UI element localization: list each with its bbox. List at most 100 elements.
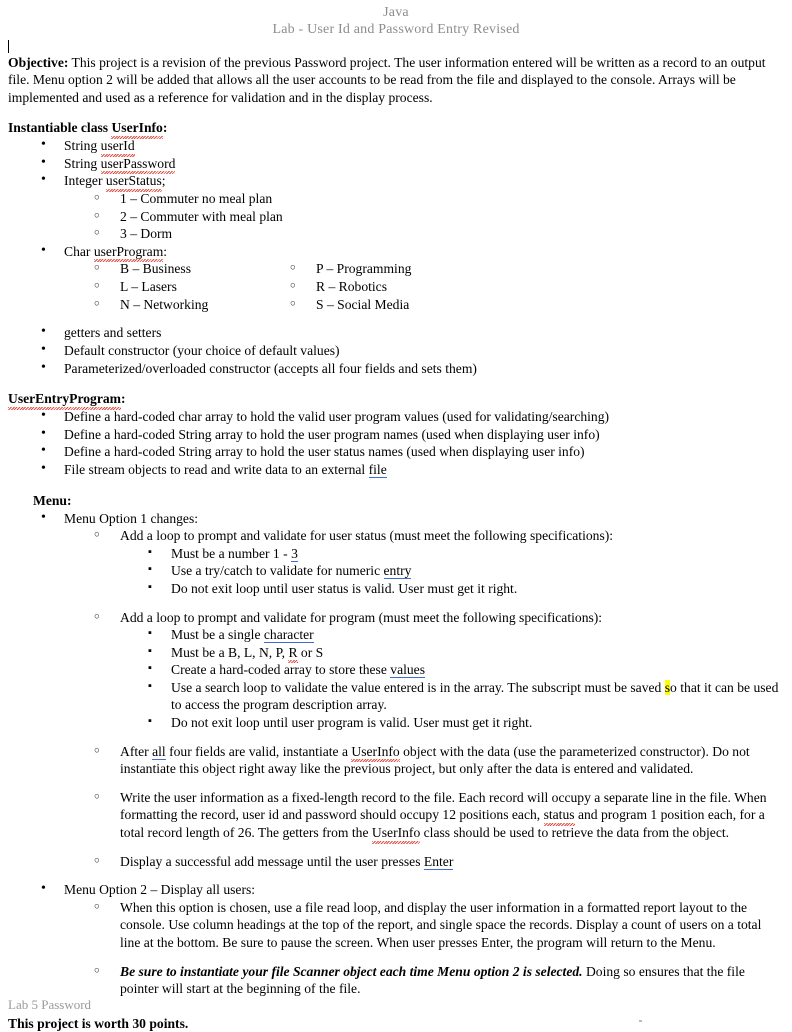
list-item: P – Programming	[204, 260, 411, 278]
field-post: ;	[161, 173, 166, 189]
option2-note-list: Be sure to instantiate your file Scanner…	[8, 963, 780, 998]
list-item: B – Business	[8, 260, 208, 278]
status-loop-specs: Must be a number 1 - 3 Use a try/catch t…	[8, 544, 780, 598]
spec-text: Create a hard-coded array to store these	[171, 662, 391, 678]
document-footer: Lab 5 Password	[8, 997, 92, 1012]
spec-text: Use a try/catch to validate for numeric	[171, 563, 384, 579]
list-item: When this option is chosen, use a file r…	[8, 899, 780, 952]
list-item: Define a hard-coded String array to hold…	[8, 425, 780, 444]
spec-text: Must be a B, L, N, P,	[171, 644, 289, 660]
spec-link: values	[390, 662, 426, 679]
list-item: After all four fields are valid, instant…	[8, 743, 780, 778]
list-item: String userId	[8, 136, 780, 157]
footer-artifact-dot	[639, 1020, 642, 1022]
menu-heading: Menu:	[8, 492, 780, 510]
list-item: R – Robotics	[204, 278, 411, 296]
list-item: Be sure to instantiate your file Scanner…	[8, 963, 780, 998]
userinfo-heading-prefix: Instantiable class	[8, 120, 112, 136]
option2-note-bold: Be sure to instantiate your file Scanner…	[120, 963, 583, 979]
record-sq1: status	[543, 807, 575, 826]
instantiate-class: UserInfo	[351, 743, 401, 762]
success-pre: Display a successful add message until t…	[120, 853, 424, 869]
list-item: Create a hard-coded array to store these…	[8, 660, 780, 679]
list-item: Parameterized/overloaded constructor (ac…	[8, 359, 780, 378]
entryprogram-heading-text: UserEntryProgram	[8, 391, 121, 411]
document-page: Java Lab - User Id and Password Entry Re…	[0, 0, 792, 1031]
spec-text: Must be a single	[171, 627, 264, 643]
menu-option1-list: Menu Option 1 changes:	[8, 509, 780, 528]
record-p3: class should be used to retrieve the dat…	[420, 825, 730, 841]
write-record-item: Write the user information as a fixed-le…	[8, 789, 780, 844]
userprogram-field-list: Char userProgram:	[8, 242, 780, 262]
field-type: Char	[64, 243, 94, 259]
entryprogram-heading: UserEntryProgram:	[8, 390, 780, 411]
instantiate-item: After all four fields are valid, instant…	[8, 743, 780, 778]
userinfo-field-list: String userId String userPassword Intege…	[8, 136, 780, 192]
list-item: getters and setters	[8, 323, 780, 342]
list-item: Add a loop to prompt and validate for pr…	[8, 609, 780, 627]
field-name: userPassword	[100, 155, 176, 174]
list-item: Define a hard-coded String array to hold…	[8, 442, 780, 461]
text-caret-line	[0, 40, 792, 54]
list-item: 2 – Commuter with meal plan	[8, 208, 780, 226]
list-item: 3 – Dorm	[8, 225, 780, 243]
instantiate-pre: After	[120, 743, 153, 759]
list-item: Display a successful add message until t…	[8, 853, 780, 871]
list-item: Write the user information as a fixed-le…	[8, 789, 780, 844]
objective-label: Objective	[8, 55, 64, 70]
text-cursor-icon	[8, 40, 9, 53]
menu-heading-suffix: :	[66, 492, 72, 508]
field-name: userProgram	[93, 243, 164, 262]
list-item: Menu Option 1 changes:	[8, 509, 780, 528]
objective-paragraph: Objective: This project is a revision of…	[8, 54, 780, 106]
field-type: Integer	[64, 173, 106, 189]
entryprogram-heading-suffix: :	[121, 391, 126, 407]
list-item: L – Lasers	[8, 278, 208, 296]
program-values-column-2: P – Programming R – Robotics S – Social …	[204, 260, 411, 313]
program-values-column-1: B – Business L – Lasers N – Networking	[8, 260, 208, 313]
list-item: Integer userStatus;	[8, 171, 780, 192]
header-line-title: Lab - User Id and Password Entry Revised	[272, 22, 520, 37]
user-program-value-columns: B – Business L – Lasers N – Networking P…	[8, 260, 780, 313]
userinfo-heading: Instantiable class UserInfo:	[8, 119, 780, 140]
spec-text: Use a search loop to validate the value …	[171, 679, 665, 695]
file-link: file	[368, 461, 387, 478]
list-item: Use a search loop to validate the value …	[8, 678, 780, 714]
userinfo-class-name: UserInfo	[111, 120, 164, 140]
field-type: String	[64, 155, 101, 171]
spec-link: character	[263, 627, 314, 644]
list-item: Must be a number 1 - 3	[8, 544, 780, 563]
list-item: Add a loop to prompt and validate for us…	[8, 527, 780, 545]
spec-squiggle: R	[288, 644, 298, 663]
list-item: Default constructor (your choice of defa…	[8, 341, 780, 360]
field-type: String	[64, 138, 101, 154]
objective-text: This project is a revision of the previo…	[8, 55, 766, 105]
list-item: S – Social Media	[204, 296, 411, 314]
user-status-value-list: 1 – Commuter no meal plan 2 – Commuter w…	[8, 190, 780, 243]
enter-link: Enter	[423, 853, 454, 870]
list-item: String userPassword	[8, 154, 780, 174]
list-item: 1 – Commuter no meal plan	[8, 190, 780, 208]
spec-link: 3	[291, 545, 298, 562]
project-worth-line: This project is worth 30 points.	[8, 1015, 189, 1031]
field-name: userStatus	[105, 173, 162, 192]
menu-option2-list: Menu Option 2 – Display all users:	[8, 880, 780, 899]
spec-link: entry	[383, 563, 412, 580]
instantiate-link: all	[152, 743, 166, 760]
list-item: File stream objects to read and write da…	[8, 460, 780, 479]
userinfo-misc-list: getters and setters Default constructor …	[8, 323, 780, 378]
file-item-text: File stream objects to read and write da…	[64, 461, 369, 477]
list-item: Menu Option 2 – Display all users:	[8, 880, 780, 899]
document-header: Java Lab - User Id and Password Entry Re…	[0, 0, 792, 38]
field-post: :	[163, 243, 168, 259]
list-item: Use a try/catch to validate for numeric …	[8, 561, 780, 580]
spec-text-post: or S	[297, 644, 324, 660]
entryprogram-list: Define a hard-coded char array to hold t…	[8, 407, 780, 479]
list-item: Must be a B, L, N, P, R or S	[8, 643, 780, 663]
status-loop-list: Add a loop to prompt and validate for us…	[8, 527, 780, 545]
list-item: Char userProgram:	[8, 242, 780, 262]
program-loop-list: Add a loop to prompt and validate for pr…	[8, 609, 780, 627]
document-body: Objective: This project is a revision of…	[0, 54, 792, 1032]
list-item: Must be a single character	[8, 625, 780, 644]
menu-heading-text: Menu	[33, 492, 67, 508]
